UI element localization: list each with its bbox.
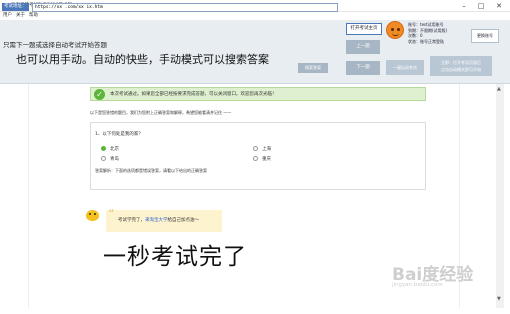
scroll-up-icon[interactable]: ▲: [497, 86, 501, 92]
user-info-line: 状态：账号正常登陆: [408, 38, 444, 44]
quote-icon: “: [108, 207, 115, 221]
check-icon: ✓: [94, 89, 105, 100]
answer-note: 以下是您答错的题目，我们为您附上正确答案和解释，希望您能看清并记住 ——: [90, 110, 232, 115]
option-label: 青岛: [110, 157, 119, 162]
prev-question-button[interactable]: 上一题: [346, 40, 380, 54]
url-input[interactable]: https://xx .com/xx ix.htm: [32, 3, 338, 12]
search-answer-button[interactable]: 搜索答案: [298, 63, 328, 73]
user-avatar-icon: [386, 21, 404, 39]
menu-item-user[interactable]: 用户: [3, 12, 12, 20]
encouragement-bubble: “ 考试学完了，来淘宝大学给自己加点油～: [106, 207, 222, 232]
scroll-down-icon[interactable]: ▼: [497, 296, 501, 302]
close-button[interactable]: ✕: [492, 0, 506, 12]
option-d[interactable]: 重庆: [253, 156, 271, 162]
menu-item-about[interactable]: 关于: [16, 12, 25, 20]
watermark-url: jingyan.baidu.com: [392, 282, 443, 288]
option-a[interactable]: 北京: [101, 146, 119, 152]
option-label: 北京: [110, 147, 119, 152]
open-exam-site-button[interactable]: 打开考试主页: [346, 23, 382, 35]
hint-text: 只需下一题或选择自动考试开始答题: [3, 41, 107, 49]
radio-icon[interactable]: [253, 146, 258, 151]
auto-mode-info-line: 立即：打开考试页面后: [441, 60, 481, 65]
option-b[interactable]: 青岛: [101, 156, 119, 162]
radio-icon[interactable]: [101, 156, 106, 161]
maximize-button[interactable]: □: [474, 0, 488, 12]
bubble-text: 考试学完了，来淘宝大学给自己加点油～: [118, 217, 199, 223]
caption-overlay-bottom: 一秒考试完了: [103, 244, 247, 270]
next-question-button[interactable]: 下一题: [346, 61, 380, 75]
minimize-button[interactable]: –: [457, 0, 471, 12]
radio-icon[interactable]: [253, 156, 258, 161]
bubble-link[interactable]: 来淘宝大学: [145, 218, 168, 223]
change-account-button[interactable]: 更换账号: [471, 29, 499, 43]
menu-item-help[interactable]: 帮助: [29, 12, 38, 20]
bubble-prefix: 考试学完了，: [118, 218, 145, 223]
option-label: 上海: [262, 147, 271, 152]
question-card: 1、以下何处是我的家？ 北京 青岛 上海 重庆 答案解析：下面的选项都是错误答案…: [90, 122, 426, 190]
option-label: 重庆: [262, 157, 271, 162]
bubble-suffix: 给自己加点油～: [167, 218, 200, 223]
success-banner: ✓ 本次考试通过。如果您全部已经按要求完成答题，可以关闭窗口。欢迎您再次光临！: [90, 87, 426, 101]
user-info: 账号：test试用账号 到期：不限期(试用版) 次数：0 状态：账号正常登陆: [408, 22, 447, 44]
auto-mode-info-line: 点击自动模式即可开始: [441, 67, 481, 72]
scrollbar[interactable]: [496, 84, 504, 308]
answer-analysis: 答案解析：下面的选项都是错误答案，请看以下给出的正确答案: [95, 168, 207, 173]
user-info-line: 账号：test试用账号: [408, 22, 444, 27]
caption-overlay-top: 也可以用手动。自动的快些，手动模式可以搜索答案: [16, 53, 269, 66]
smiley-icon: [86, 210, 99, 221]
success-text: 本次考试通过。如果您全部已经按要求完成答题，可以关闭窗口。欢迎您再次光临！: [110, 92, 277, 97]
menu-bar: 用户 关于 帮助: [0, 12, 510, 20]
auto-exam-button[interactable]: 一键自动考试: [386, 60, 424, 75]
question-title: 1、以下何处是我的家？: [95, 132, 143, 137]
option-c[interactable]: 上海: [253, 146, 271, 152]
url-label: 考试地址：: [2, 3, 29, 11]
radio-checked-icon[interactable]: [101, 146, 106, 151]
watermark: Bai度经验 jingyan.baidu.com: [392, 260, 473, 288]
auto-mode-info[interactable]: 立即：打开考试页面后 点击自动模式即可开始: [430, 56, 492, 76]
